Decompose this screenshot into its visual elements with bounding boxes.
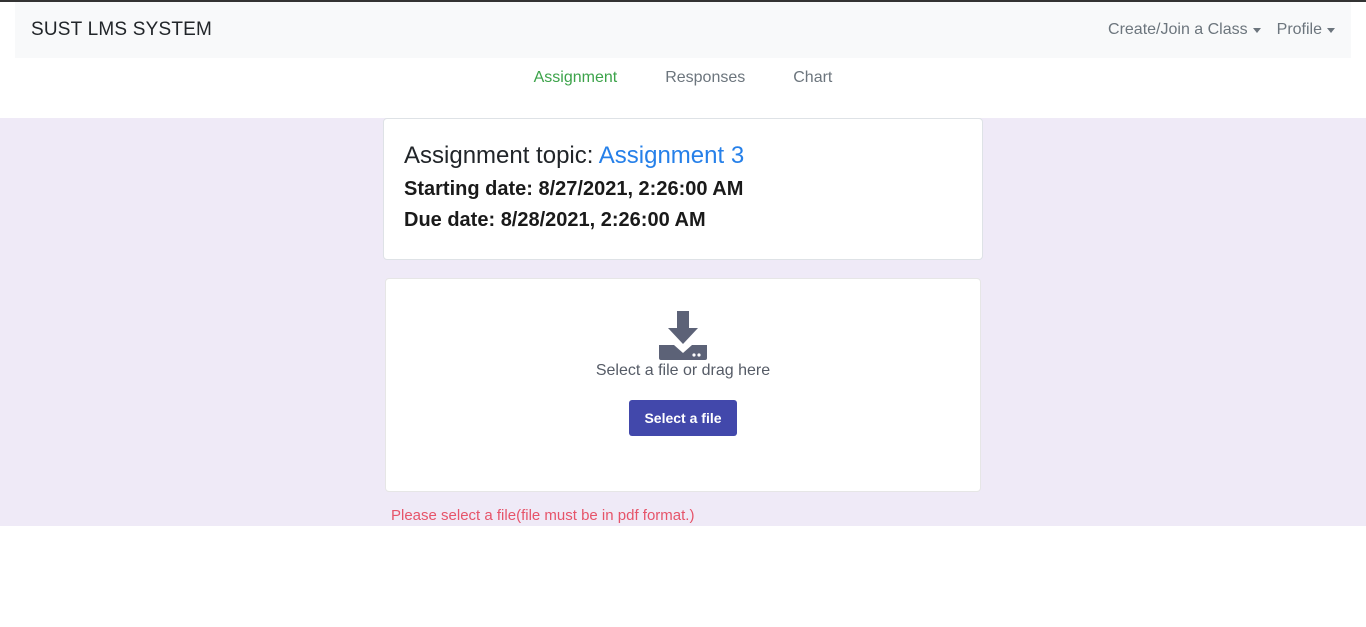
- caret-down-icon: [1327, 28, 1335, 33]
- tab-bar: Assignment Responses Chart: [0, 58, 1366, 118]
- assignment-topic-value: Assignment 3: [598, 142, 745, 169]
- due-date: Due date: 8/28/2021, 2:26:00 AM: [404, 205, 962, 235]
- tab-chart[interactable]: Chart: [769, 69, 856, 87]
- main-content: Assignment topic: Assignment 3 Starting …: [0, 118, 1366, 526]
- starting-date-label: Starting date:: [404, 178, 533, 200]
- due-date-value: 8/28/2021, 2:26:00 AM: [500, 209, 706, 231]
- tab-responses[interactable]: Responses: [641, 69, 769, 87]
- create-join-class-label: Create/Join a Class: [1108, 21, 1248, 38]
- assignment-topic: Assignment topic: Assignment 3: [404, 141, 962, 171]
- starting-date: Starting date: 8/27/2021, 2:26:00 AM: [404, 174, 962, 204]
- create-join-class-dropdown[interactable]: Create/Join a Class: [1108, 21, 1261, 39]
- file-error-message: Please select a file(file must be in pdf…: [391, 507, 695, 524]
- caret-down-icon: [1252, 28, 1261, 33]
- drop-zone-prompt: Select a file or drag here: [595, 362, 771, 379]
- assignment-info-card: Assignment topic: Assignment 3 Starting …: [383, 118, 983, 260]
- download-icon: [659, 311, 707, 360]
- navbar-right-menu: Create/Join a Class Profile: [1108, 21, 1335, 39]
- file-drop-zone[interactable]: Select a file or drag here Select a file: [385, 278, 981, 492]
- navbar: SUST LMS SYSTEM Create/Join a Class Prof…: [15, 2, 1351, 58]
- profile-dropdown[interactable]: Profile: [1277, 21, 1335, 39]
- brand-title[interactable]: SUST LMS SYSTEM: [31, 19, 212, 41]
- profile-label: Profile: [1276, 21, 1322, 38]
- due-date-label: Due date:: [404, 209, 496, 231]
- starting-date-value: 8/27/2021, 2:26:00 AM: [538, 178, 744, 200]
- tab-assignment[interactable]: Assignment: [510, 69, 642, 87]
- assignment-topic-label: Assignment topic:: [404, 142, 594, 169]
- select-file-button[interactable]: Select a file: [629, 400, 737, 436]
